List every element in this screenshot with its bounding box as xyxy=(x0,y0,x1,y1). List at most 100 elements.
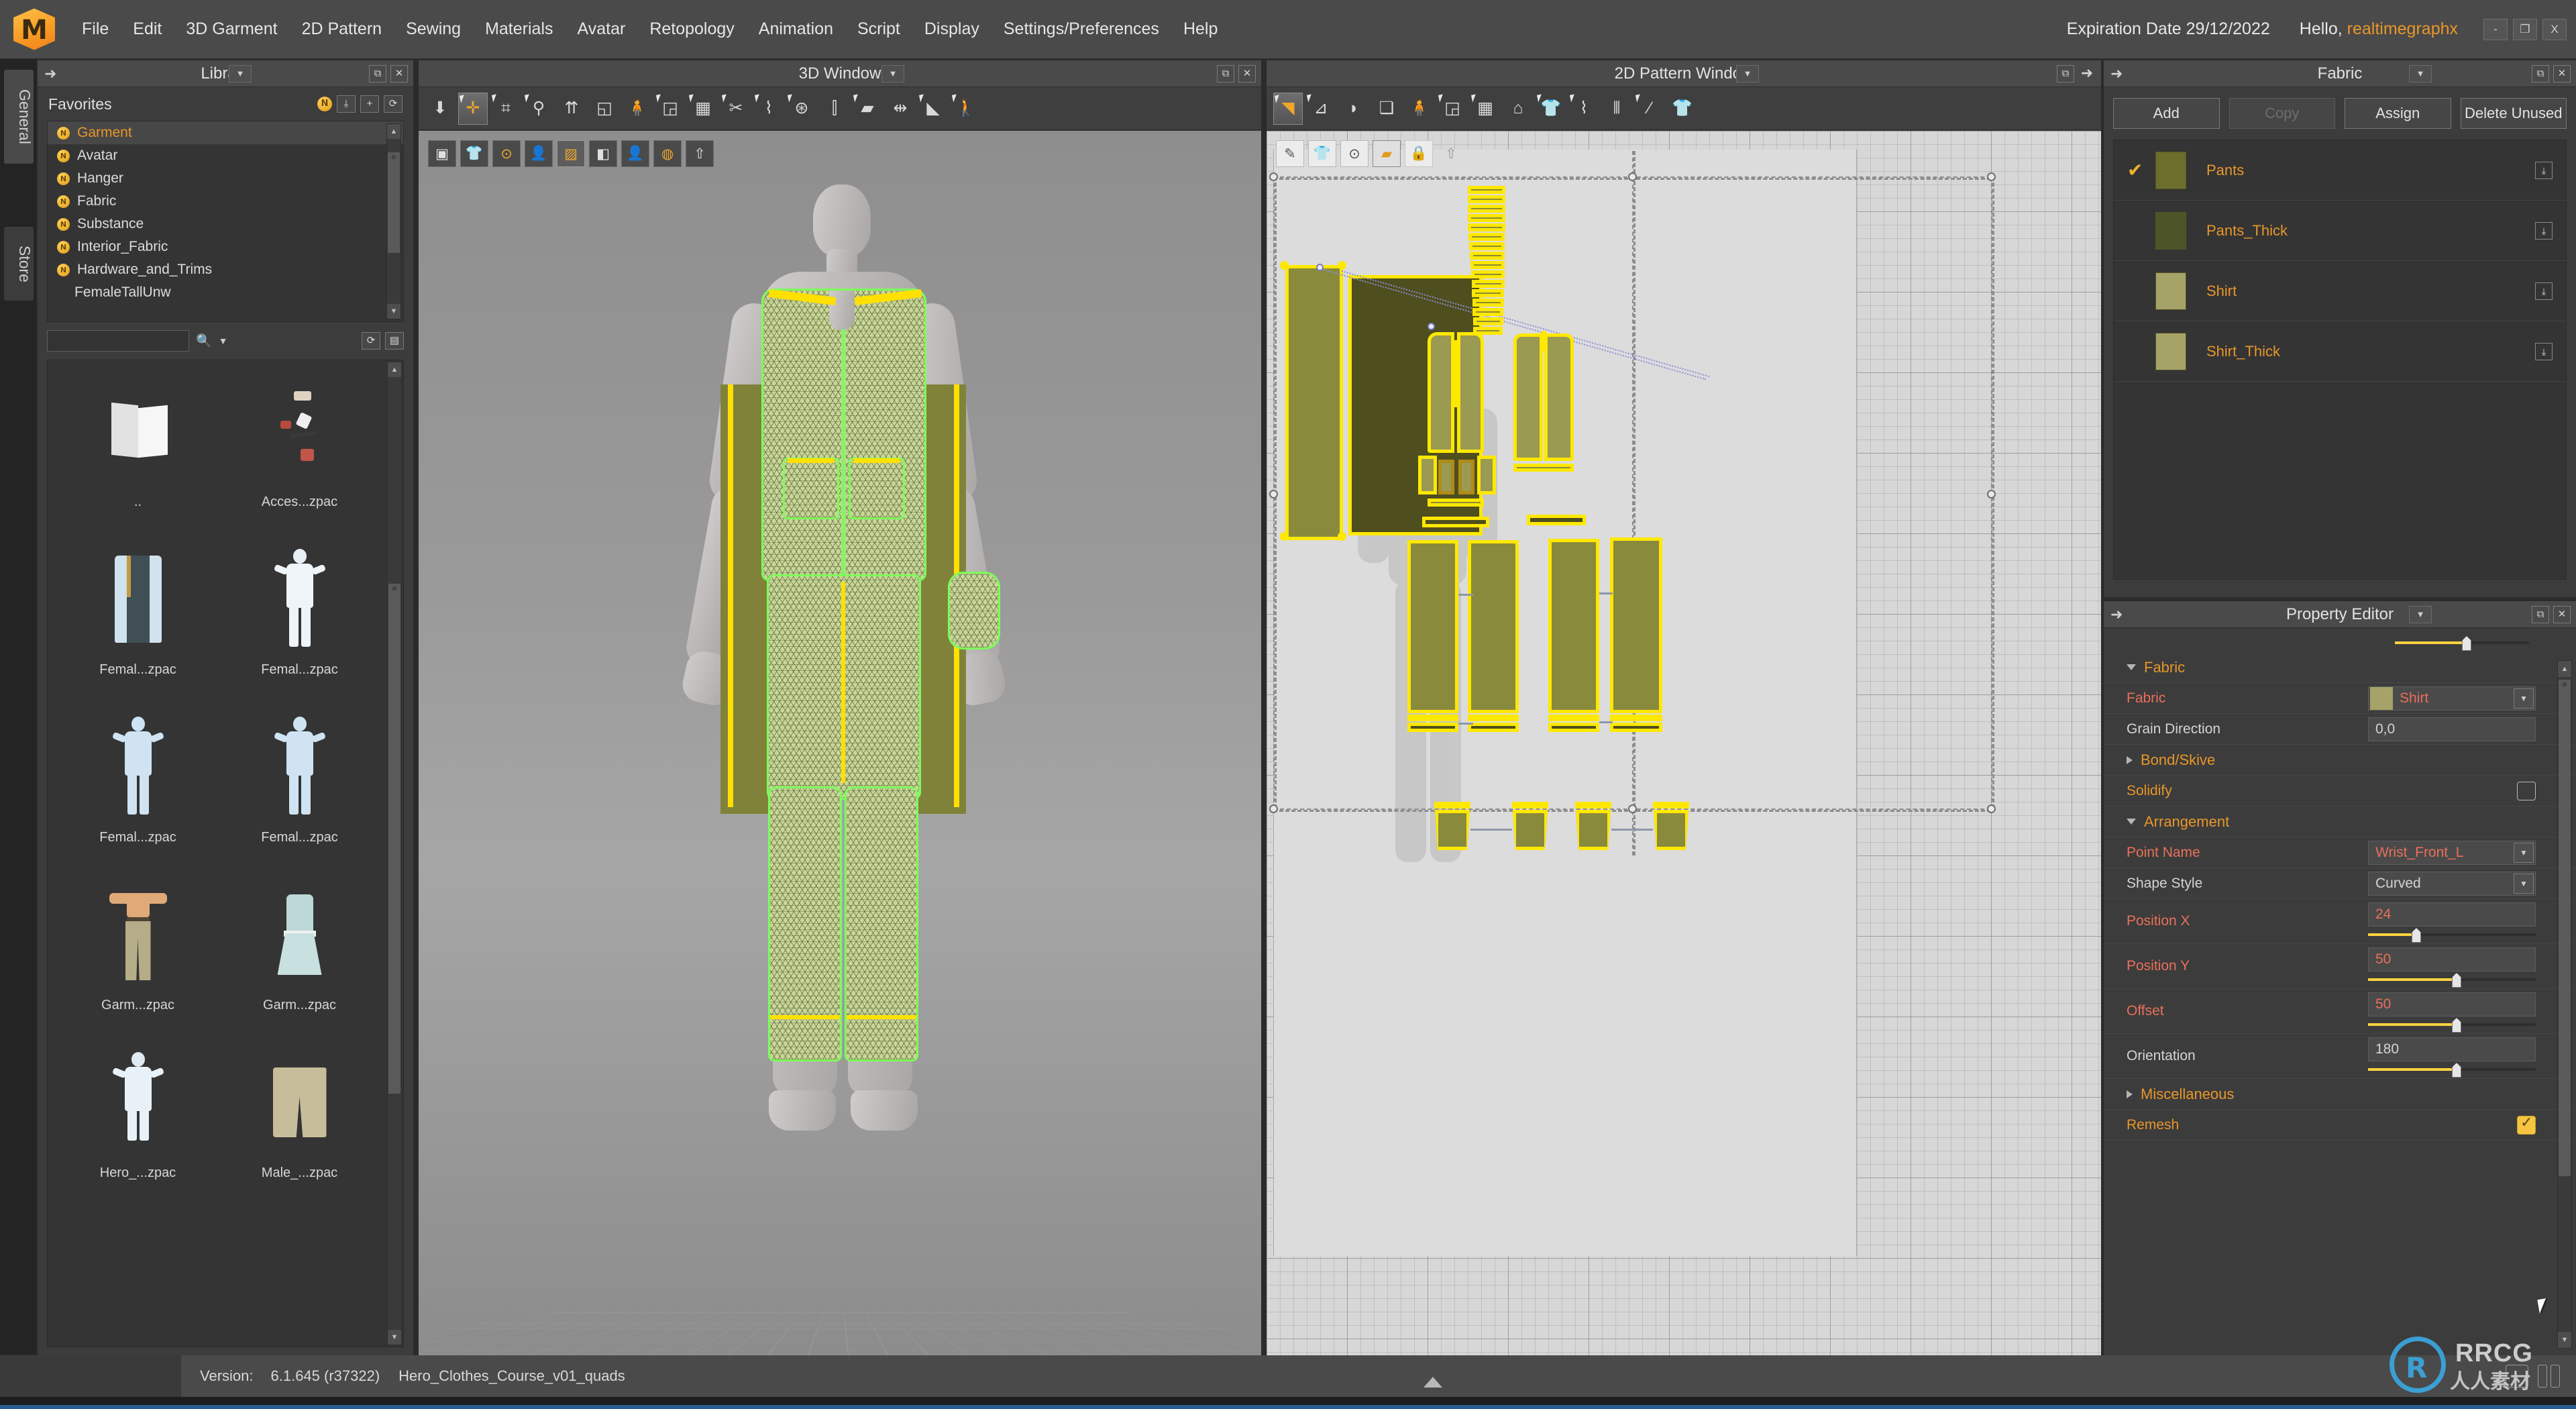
tool-grid-icon[interactable]: ▦ xyxy=(1470,93,1500,125)
copy-fabric-button[interactable]: Copy xyxy=(2229,98,2335,129)
fabric-download-icon[interactable]: ⤓ xyxy=(2535,282,2553,300)
list-item[interactable]: Garm...zpac xyxy=(57,874,219,1042)
grain-direction-field[interactable]: 0,0 xyxy=(2368,717,2536,741)
list-view-icon[interactable]: ▤ xyxy=(385,332,404,350)
fabric-download-icon[interactable]: ⤓ xyxy=(2535,161,2553,179)
fabric-swatch[interactable] xyxy=(2155,332,2186,370)
favorite-item-garment[interactable]: N Garment xyxy=(48,121,403,144)
bbox-handle[interactable] xyxy=(1628,804,1637,813)
tool-pleat-icon[interactable]: ⦀ xyxy=(1602,93,1631,125)
tool-button-icon[interactable]: ⊛ xyxy=(787,93,816,125)
position-x-slider[interactable] xyxy=(2368,928,2536,943)
fabric-swatch[interactable] xyxy=(2155,272,2186,310)
tool-tshirt-icon[interactable]: 👕 xyxy=(1536,93,1566,125)
bbox-handle[interactable] xyxy=(1269,804,1278,813)
scroll-thumb[interactable]: ≡ xyxy=(388,152,400,253)
pattern-point[interactable] xyxy=(1338,261,1346,270)
menu-animation[interactable]: Animation xyxy=(747,14,845,44)
chevron-down-icon[interactable]: ▼ xyxy=(2514,688,2534,709)
avatar-show-icon[interactable]: 👤 xyxy=(525,140,553,167)
refresh-favorites-icon[interactable]: ⟳ xyxy=(384,95,402,113)
section-header[interactable]: Miscellaneous xyxy=(2127,1082,2234,1107)
close-button[interactable]: X xyxy=(2542,18,2567,40)
position-y-field[interactable]: 50 xyxy=(2368,947,2536,972)
row-offset[interactable]: Offset 50 xyxy=(2104,989,2576,1034)
2d-float-icon[interactable]: ⧉ xyxy=(2057,64,2074,83)
favorite-item-fabric[interactable]: N Fabric xyxy=(48,190,403,213)
list-item[interactable]: .. xyxy=(57,371,219,539)
library-float-icon[interactable]: ⧉ xyxy=(369,64,386,83)
scroll-thumb[interactable]: ≡ xyxy=(388,584,400,1094)
collapse-panel-icon[interactable] xyxy=(1424,1377,1442,1388)
tool-select-pattern-icon[interactable]: ◥ xyxy=(1273,92,1303,125)
row-orientation[interactable]: Orientation 180 xyxy=(2104,1034,2576,1079)
section-miscellaneous[interactable]: Miscellaneous xyxy=(2104,1079,2576,1110)
menu-settings-preferences[interactable]: Settings/Preferences xyxy=(991,14,1171,44)
orientation-field[interactable]: 180 xyxy=(2368,1037,2536,1061)
bbox-handle[interactable] xyxy=(1987,172,1996,181)
fabric-row-pants[interactable]: ✔ Pants ⤓ xyxy=(2114,140,2566,201)
bbox-handle[interactable] xyxy=(1269,490,1278,499)
menu-materials[interactable]: Materials xyxy=(473,14,565,44)
fabric-dropdown[interactable]: Shirt ▼ xyxy=(2368,686,2536,711)
tool-garment-icon[interactable]: 👕 xyxy=(1668,93,1697,125)
offset-slider[interactable] xyxy=(2368,1018,2536,1033)
pattern-point[interactable] xyxy=(1280,261,1289,270)
pin-icon[interactable]: ➜ xyxy=(38,65,56,83)
2d-window-menu-caret-icon[interactable]: ▼ xyxy=(1736,65,1759,83)
tool-pose-icon[interactable]: 🚶 xyxy=(951,93,981,125)
pattern-piece-band[interactable] xyxy=(1527,515,1586,525)
library-menu-caret-icon[interactable]: ▼ xyxy=(229,65,252,83)
tool-arrow-down-icon[interactable]: ⬇ xyxy=(425,93,455,125)
menu-avatar[interactable]: Avatar xyxy=(566,14,638,44)
tool-folding-arrange-icon[interactable]: ⇈ xyxy=(557,93,586,125)
menu-script[interactable]: Script xyxy=(845,14,912,44)
tool-fold-icon[interactable]: ◲ xyxy=(655,93,685,125)
fabric-swatch[interactable] xyxy=(2155,151,2186,189)
tool-copy-pattern-icon[interactable]: ❏ xyxy=(1372,93,1401,125)
pattern-point[interactable] xyxy=(1338,532,1346,541)
add-favorite-icon[interactable]: + xyxy=(360,95,379,113)
list-item[interactable]: Femal...zpac xyxy=(219,707,380,874)
favorite-item-hardware-and-trims[interactable]: N Hardware_and_Trims xyxy=(48,258,403,281)
tool-iron-icon[interactable]: ⌂ xyxy=(1503,93,1533,125)
menu-sewing[interactable]: Sewing xyxy=(394,14,473,44)
pattern-point[interactable] xyxy=(1280,532,1289,541)
garment-show-icon[interactable]: ▣ xyxy=(428,140,456,167)
tool-avatar-pin-icon[interactable]: 🧍 xyxy=(1405,93,1434,125)
position-y-control[interactable]: 50 xyxy=(2368,944,2536,988)
bbox-handle[interactable] xyxy=(1269,172,1278,181)
refresh-icon[interactable]: ⟳ xyxy=(362,332,380,350)
list-item[interactable]: Femal...zpac xyxy=(219,539,380,707)
measurement-endpoint[interactable] xyxy=(1428,323,1435,330)
fabric-row-shirt-thick[interactable]: Shirt_Thick ⤓ xyxy=(2114,321,2566,382)
assign-fabric-button[interactable]: Assign xyxy=(2345,98,2451,129)
menu-3d-garment[interactable]: 3D Garment xyxy=(174,14,289,44)
tool-flatten-icon[interactable]: ◱ xyxy=(590,93,619,125)
pen-show-icon[interactable]: ✎ xyxy=(1276,140,1304,167)
menu-retopology[interactable]: Retopology xyxy=(637,14,746,44)
section-header[interactable]: Arrangement xyxy=(2127,809,2229,835)
orientation-slider[interactable] xyxy=(2368,1063,2536,1078)
row-fabric[interactable]: Fabric Shirt ▼ xyxy=(2104,683,2576,714)
row-position-x[interactable]: Position X 24 xyxy=(2104,899,2576,944)
property-editor-close-icon[interactable]: ✕ xyxy=(2553,605,2571,623)
measurement-endpoint[interactable] xyxy=(1316,264,1324,271)
fabric-swatch[interactable] xyxy=(2155,211,2186,250)
row-position-y[interactable]: Position Y 50 xyxy=(2104,944,2576,989)
row-shape-style[interactable]: Shape Style Curved ▼ xyxy=(2104,868,2576,899)
vtab-general[interactable]: General xyxy=(4,70,34,164)
3d-window-menu-caret-icon[interactable]: ▼ xyxy=(881,65,904,83)
tool-zipper-curve-icon[interactable]: ⌇ xyxy=(754,93,784,125)
point-name-dropdown[interactable]: Wrist_Front_L ▼ xyxy=(2368,840,2536,865)
scroll-up-icon[interactable]: ▲ xyxy=(387,124,400,139)
search-icon[interactable]: 🔍 xyxy=(196,333,212,349)
section-arrangement[interactable]: Arrangement xyxy=(2104,806,2576,837)
list-item[interactable]: Garm...zpac xyxy=(219,874,380,1042)
row-solidify[interactable]: Solidify xyxy=(2104,776,2576,806)
texture-show-icon[interactable]: ▨ xyxy=(557,140,585,167)
list-item[interactable]: Male_...zpac xyxy=(219,1042,380,1210)
tool-tack-icon[interactable]: ✂ xyxy=(721,93,751,125)
bbox-handle[interactable] xyxy=(1987,804,1996,813)
particle-show-icon[interactable]: ⊙ xyxy=(1340,140,1368,167)
